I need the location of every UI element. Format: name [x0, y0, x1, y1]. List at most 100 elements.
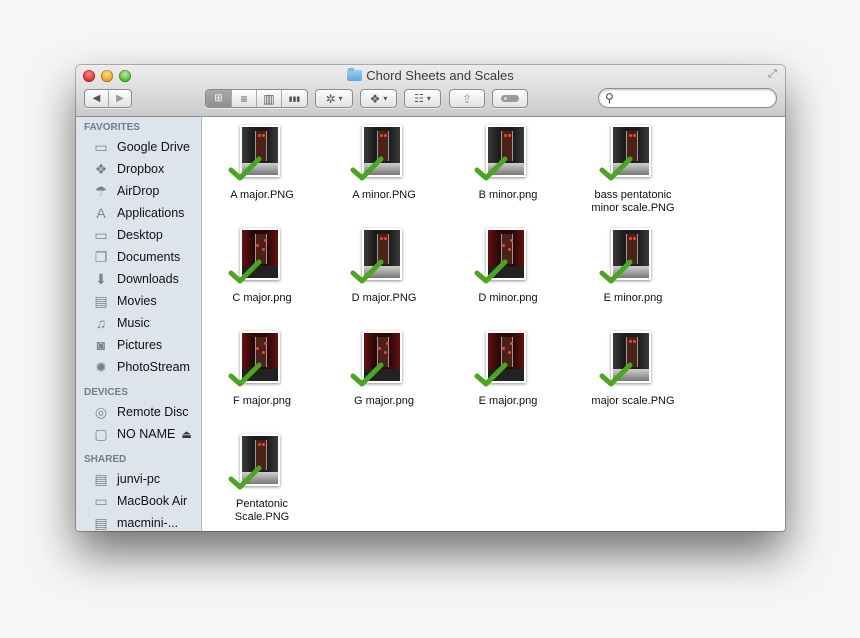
file-icon-grid: A major.PNG A minor.PNG B minor.png bass…: [202, 117, 785, 531]
file-item[interactable]: F major.png: [202, 331, 322, 408]
photostream-icon: ✹: [95, 358, 107, 375]
file-item[interactable]: bass pentatonic minor scale.PNG: [573, 125, 693, 215]
arrange-menu-button[interactable]: ☷ ▾: [404, 89, 441, 108]
pictures-icon: ◙: [96, 337, 106, 353]
file-item[interactable]: E major.png: [448, 331, 568, 408]
file-thumbnail[interactable]: [228, 228, 284, 284]
sidebar-item-music[interactable]: ♫ Music: [76, 312, 201, 334]
sidebar-item-label: macmini-...: [117, 516, 179, 530]
file-thumbnail[interactable]: [474, 331, 530, 387]
file-name: A minor.PNG: [352, 189, 416, 201]
sidebar-item-airdrop[interactable]: ☂ AirDrop: [76, 180, 201, 202]
sidebar-item-google-drive[interactable]: ▭ Google Drive: [76, 136, 201, 158]
file-thumbnail[interactable]: [228, 331, 284, 387]
file-thumbnail[interactable]: [599, 125, 655, 181]
sidebar-item-remote-disc[interactable]: ◎ Remote Disc: [76, 401, 201, 423]
icon-view-button[interactable]: ⊞: [206, 90, 232, 107]
sidebar-item-no-name[interactable]: ▢ NO NAME ⏏: [76, 423, 201, 445]
movies-icon: ▤: [94, 292, 108, 309]
sidebar-item-movies[interactable]: ▤ Movies: [76, 290, 201, 312]
sidebar-item-macmini[interactable]: ▤ macmini-...: [76, 512, 201, 531]
sidebar-item-label: PhotoStream: [117, 360, 190, 374]
dropbox-icon: ❖: [94, 160, 108, 177]
sidebar-item-photostream[interactable]: ✹ PhotoStream: [76, 356, 201, 378]
sync-checkmark-icon: [599, 259, 633, 284]
view-mode-control: ⊞ ≡ ▥ ▮▮▮: [205, 89, 308, 108]
file-item[interactable]: Pentatonic Scale.PNG: [202, 434, 322, 524]
chevron-down-icon: ▾: [338, 94, 343, 103]
nav-buttons: ◀ ▶: [84, 89, 132, 108]
sidebar-item-documents[interactable]: ❐ Documents: [76, 246, 201, 268]
file-thumbnail[interactable]: [350, 331, 406, 387]
finder-window: Chord Sheets and Scales ⤢ ◀ ▶ ⊞ ≡ ▥ ▮▮▮ …: [76, 65, 785, 531]
eject-icon[interactable]: ⏏: [181, 428, 191, 441]
file-thumbnail[interactable]: [599, 331, 655, 387]
airdrop-icon: ☂: [94, 182, 108, 199]
sync-checkmark-icon: [350, 259, 384, 284]
file-item[interactable]: A minor.PNG: [324, 125, 444, 202]
file-thumbnail[interactable]: [350, 125, 406, 181]
chevron-down-icon: ▾: [383, 94, 388, 103]
downloads-icon: ⬇: [95, 270, 107, 287]
window-title-text: Chord Sheets and Scales: [366, 68, 514, 83]
file-thumbnail[interactable]: [474, 228, 530, 284]
sidebar-item-label: Dropbox: [117, 162, 165, 176]
coverflow-view-icon: ▮▮▮: [288, 95, 301, 103]
sidebar-item-macbook-air[interactable]: ▭ MacBook Air: [76, 490, 201, 512]
search-input[interactable]: [619, 90, 773, 107]
titlebar: Chord Sheets and Scales ⤢ ◀ ▶ ⊞ ≡ ▥ ▮▮▮ …: [76, 65, 785, 117]
action-menu-button[interactable]: ✲ ▾: [315, 89, 353, 108]
sidebar-item-label: Music: [117, 316, 150, 330]
file-item[interactable]: C major.png: [202, 228, 322, 305]
file-name: D minor.png: [478, 292, 538, 304]
file-thumbnail[interactable]: [474, 125, 530, 181]
sync-checkmark-icon: [474, 156, 508, 181]
sidebar-item-label: Desktop: [117, 228, 163, 242]
file-item[interactable]: G major.png: [324, 331, 444, 408]
sync-checkmark-icon: [228, 259, 262, 284]
sync-checkmark-icon: [474, 362, 508, 387]
sync-checkmark-icon: [228, 465, 262, 490]
share-icon: ⇪: [461, 91, 473, 106]
sync-checkmark-icon: [228, 156, 262, 181]
icon-view-icon: ⊞: [214, 93, 223, 104]
search-icon: ⚲: [605, 91, 614, 105]
drive-icon: ▢: [94, 425, 108, 442]
desktop-icon: ▭: [94, 226, 108, 243]
column-view-button[interactable]: ▥: [257, 90, 283, 107]
sidebar-item-label: Pictures: [117, 338, 163, 352]
file-item[interactable]: E minor.png: [573, 228, 693, 305]
pc-icon: ▤: [94, 470, 108, 487]
sidebar-item-pictures[interactable]: ◙ Pictures: [76, 334, 201, 356]
sidebar-item-downloads[interactable]: ⬇ Downloads: [76, 268, 201, 290]
sidebar-item-label: Google Drive: [117, 140, 190, 154]
file-item[interactable]: A major.PNG: [202, 125, 322, 202]
forward-button[interactable]: ▶: [109, 90, 131, 107]
sidebar-item-dropbox[interactable]: ❖ Dropbox: [76, 158, 201, 180]
file-thumbnail[interactable]: [350, 228, 406, 284]
file-name: B minor.png: [478, 189, 538, 201]
file-thumbnail[interactable]: [599, 228, 655, 284]
sidebar-item-junvi-pc[interactable]: ▤ junvi-pc: [76, 468, 201, 490]
folder-icon: ▭: [94, 138, 108, 155]
sidebar-item-label: MacBook Air: [117, 494, 188, 508]
file-thumbnail[interactable]: [228, 434, 284, 490]
dropbox-menu-button[interactable]: ❖ ▾: [360, 89, 397, 108]
sidebar-item-label: AirDrop: [117, 184, 160, 198]
list-view-button[interactable]: ≡: [232, 90, 257, 107]
fullscreen-icon[interactable]: ⤢: [768, 68, 780, 80]
file-item[interactable]: D minor.png: [448, 228, 568, 305]
back-button[interactable]: ◀: [85, 90, 109, 107]
sidebar-item-desktop[interactable]: ▭ Desktop: [76, 224, 201, 246]
file-name: A major.PNG: [230, 189, 294, 201]
search-field[interactable]: ⚲: [598, 88, 777, 108]
column-view-icon: ▥: [263, 91, 275, 106]
coverflow-view-button[interactable]: ▮▮▮: [282, 90, 307, 107]
sidebar-item-applications[interactable]: A Applications: [76, 202, 201, 224]
share-button[interactable]: ⇪: [449, 89, 485, 108]
file-thumbnail[interactable]: [228, 125, 284, 181]
file-item[interactable]: B minor.png: [448, 125, 568, 202]
file-item[interactable]: major scale.PNG: [573, 331, 693, 408]
file-item[interactable]: D major.PNG: [324, 228, 444, 305]
tags-button[interactable]: [492, 89, 528, 108]
